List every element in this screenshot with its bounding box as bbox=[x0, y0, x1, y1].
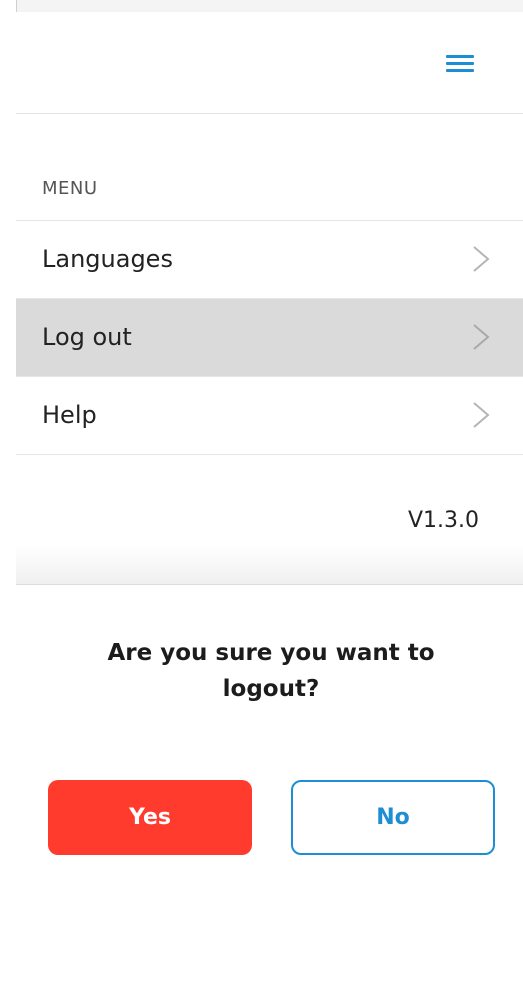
chevron-right-icon bbox=[473, 402, 490, 428]
logout-confirm-sheet: Are you sure you want to logout? Yes No bbox=[16, 584, 523, 986]
hamburger-menu-icon[interactable] bbox=[444, 52, 476, 74]
app-version: V1.3.0 bbox=[408, 508, 480, 533]
menu-item-logout[interactable]: Log out bbox=[16, 298, 523, 376]
no-button[interactable]: No bbox=[291, 780, 495, 855]
status-strip bbox=[0, 0, 523, 12]
yes-button[interactable]: Yes bbox=[48, 780, 252, 855]
panel-header bbox=[16, 12, 523, 114]
hamburger-line bbox=[446, 69, 474, 72]
menu-item-help[interactable]: Help bbox=[16, 376, 523, 455]
menu-item-label: Help bbox=[42, 401, 97, 429]
left-rail bbox=[0, 0, 17, 985]
hamburger-line bbox=[446, 55, 474, 58]
menu-item-label: Languages bbox=[42, 245, 173, 273]
sheet-shadow bbox=[16, 544, 523, 584]
menu-heading: MENU bbox=[42, 178, 98, 199]
menu-panel: MENU Languages Log out Help V1.3.0 Are y… bbox=[16, 12, 523, 986]
menu-item-label: Log out bbox=[42, 323, 132, 351]
app-frame: MENU Languages Log out Help V1.3.0 Are y… bbox=[0, 0, 523, 986]
hamburger-line bbox=[446, 62, 474, 65]
menu-item-languages[interactable]: Languages bbox=[16, 220, 523, 298]
dialog-title: Are you sure you want to logout? bbox=[107, 640, 435, 702]
menu-list: Languages Log out Help bbox=[16, 220, 523, 455]
chevron-right-icon bbox=[473, 246, 490, 272]
chevron-right-icon bbox=[473, 324, 490, 350]
